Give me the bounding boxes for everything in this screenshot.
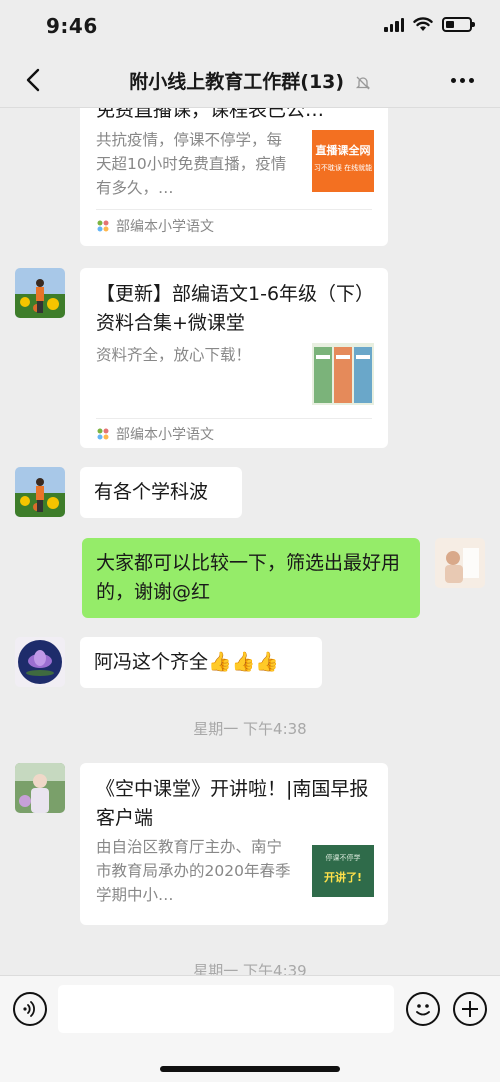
avatar[interactable]: [15, 637, 65, 687]
message-input[interactable]: [58, 985, 394, 1033]
avatar[interactable]: [15, 763, 65, 813]
card-description: 资料齐全，放心下载！: [96, 346, 252, 364]
wifi-icon: [413, 17, 433, 31]
voice-icon: [23, 1001, 35, 1017]
emoji-icon: [416, 1004, 430, 1016]
emoji-button[interactable]: [406, 992, 440, 1026]
my-message-bubble[interactable]: 大家都可以比较一下，筛选出最好用的，谢谢@红: [82, 538, 420, 618]
card-thumbnail: 直播课全网 习不耽误 在线就能: [312, 130, 374, 192]
card-thumbnail: [312, 343, 374, 405]
chat-area[interactable]: 免费直播课，课程表已公… 共抗疫情，停课不停学，每天超10小时免费直播，疫情有多…: [0, 108, 500, 975]
status-icons: [384, 17, 475, 32]
avatar[interactable]: [15, 467, 65, 517]
card-source: 部编本小学语文: [96, 424, 214, 444]
card-description: 共抗疫情，停课不停学，每天超10小时免费直播，疫情有多久，…: [96, 131, 287, 197]
avatar[interactable]: [15, 268, 65, 318]
chat-title: 附小线上教育工作群(13): [0, 67, 500, 94]
mini-program-icon: [97, 428, 109, 440]
link-card[interactable]: 【更新】部编语文1-6年级（下）资料合集+微课堂 资料齐全，放心下载！ 部编本小…: [80, 268, 388, 448]
home-indicator: [160, 1066, 340, 1072]
link-card[interactable]: 免费直播课，课程表已公… 共抗疫情，停课不停学，每天超10小时免费直播，疫情有多…: [80, 108, 388, 246]
card-thumbnail: 停课不停学 开讲了!: [312, 835, 374, 897]
card-title: 《空中课堂》开讲啦！|南国早报客户端: [96, 778, 369, 829]
card-source: 部编本小学语文: [96, 216, 214, 236]
chat-title-text: 附小线上教育工作群(13): [129, 71, 345, 93]
more-functions-button[interactable]: [453, 992, 487, 1026]
plus-icon: [462, 1001, 478, 1017]
message-bubble[interactable]: 阿冯这个齐全👍👍👍: [80, 637, 322, 688]
signal-icon: [384, 17, 404, 32]
timestamp-separator: 星期一 下午4:39: [193, 962, 307, 975]
mini-program-icon: [97, 220, 109, 232]
link-card[interactable]: 《空中课堂》开讲啦！|南国早报客户端 由自治区教育厅主办、南宁市教育局承办的20…: [80, 763, 388, 925]
card-divider: [96, 418, 372, 419]
my-avatar[interactable]: [435, 538, 485, 588]
battery-icon: [442, 17, 475, 32]
card-description: 由自治区教育厅主办、南宁市教育局承办的2020年春季学期中小…: [96, 838, 291, 904]
card-divider: [96, 209, 372, 210]
timestamp-separator: 星期一 下午4:38: [193, 720, 307, 738]
status-bar: 9:46: [0, 0, 500, 52]
card-title: 免费直播课，课程表已公…: [96, 108, 325, 121]
message-bubble[interactable]: 有各个学科波: [80, 467, 242, 518]
card-title: 【更新】部编语文1-6年级（下）资料合集+微课堂: [96, 283, 375, 334]
nav-bar: 附小线上教育工作群(13): [0, 52, 500, 108]
mute-bell-icon: [355, 76, 370, 89]
more-options-button[interactable]: [446, 66, 478, 94]
input-bar: [0, 975, 500, 1082]
voice-input-button[interactable]: [13, 992, 47, 1026]
status-time: 9:46: [46, 14, 98, 38]
